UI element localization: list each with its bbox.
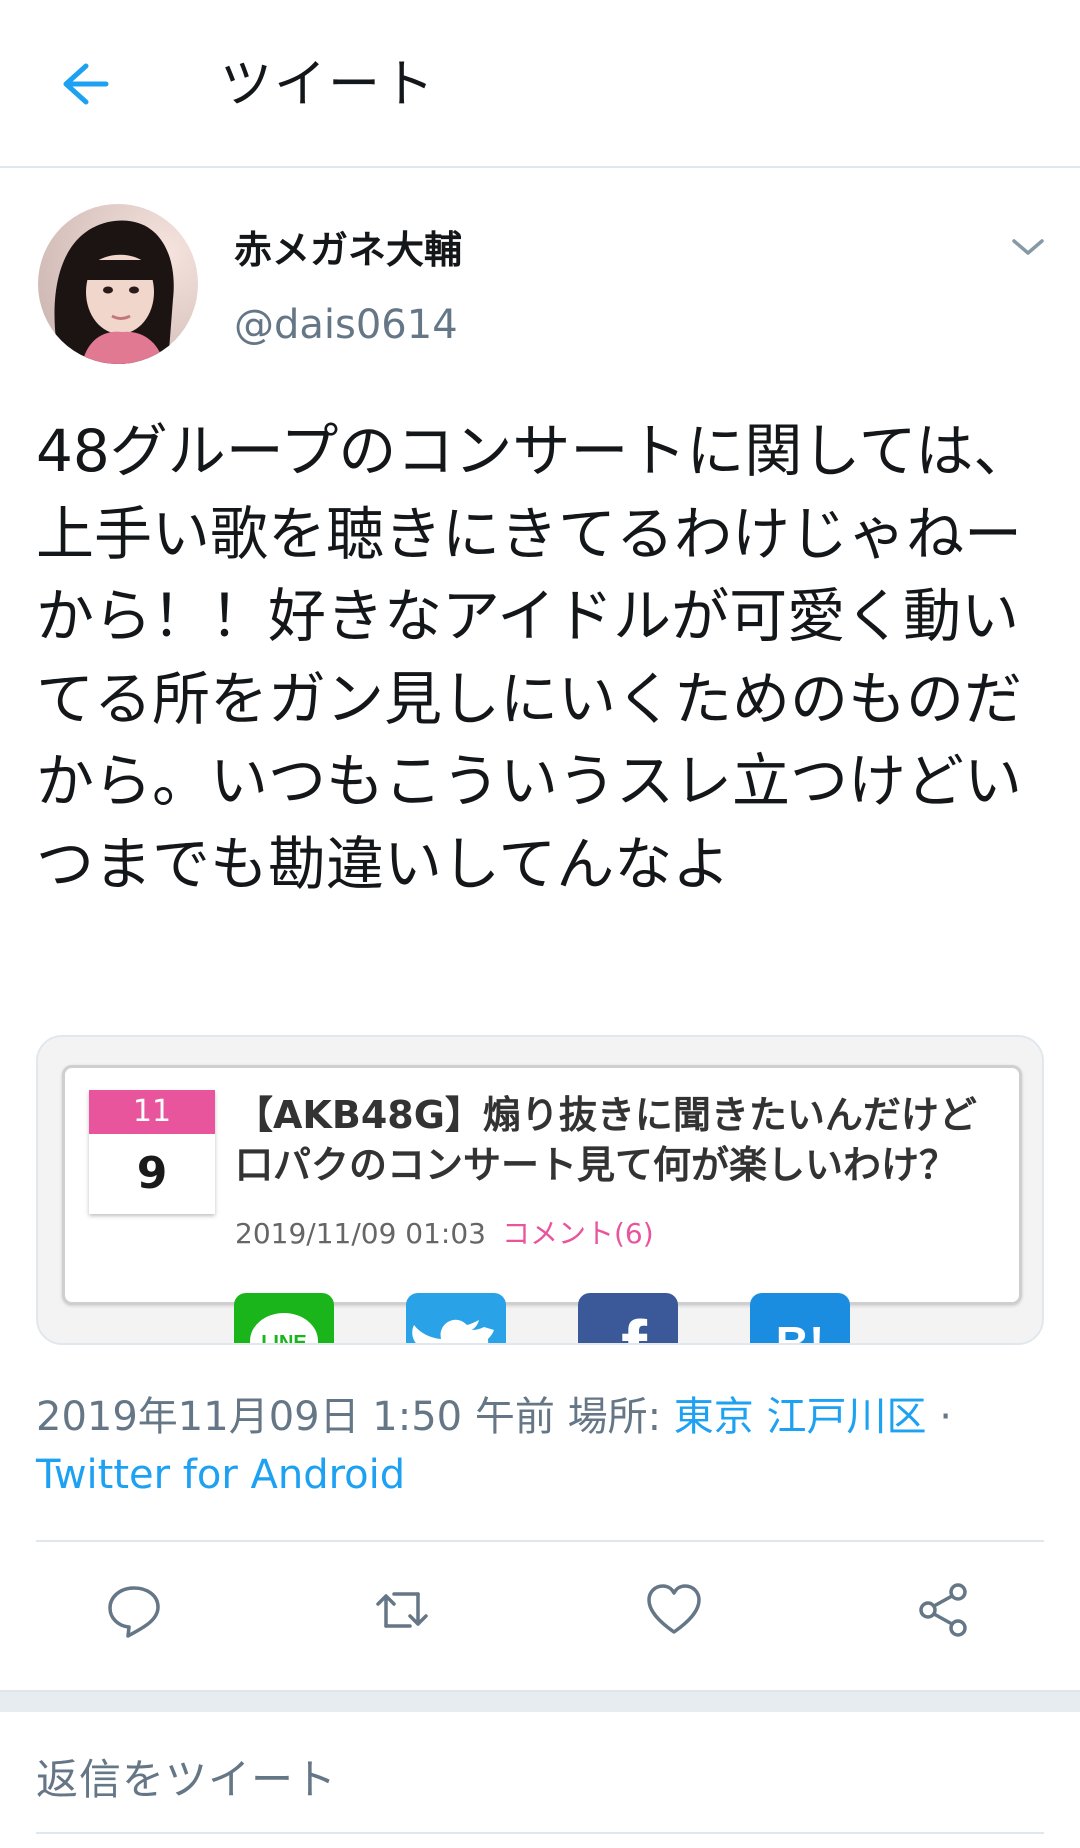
divider	[36, 1540, 1044, 1542]
arrow-left-icon	[63, 63, 109, 105]
article-date: 2019/11/09 01:03	[235, 1217, 486, 1250]
user-handle[interactable]: @dais0614	[234, 300, 458, 350]
chevron-down-icon	[1012, 239, 1044, 255]
retweet-icon	[376, 1592, 428, 1628]
twitter-share-button	[406, 1293, 506, 1343]
twitter-bird-icon	[412, 1319, 494, 1343]
svg-text:f: f	[621, 1304, 648, 1345]
tweet-timestamp: 2019年11月09日 1:50 午前	[36, 1394, 555, 1440]
hatena-bookmark-button: B!	[750, 1293, 850, 1345]
tweet-actions	[0, 1580, 1080, 1670]
facebook-share-button: f	[578, 1293, 678, 1345]
reply-underline	[36, 1832, 1044, 1834]
facebook-icon: f	[621, 1304, 648, 1345]
tweet-menu-button[interactable]	[1008, 232, 1048, 262]
top-bar: ツイート	[0, 0, 1080, 168]
calendar-badge: 11 9	[89, 1090, 215, 1214]
retweet-button[interactable]	[372, 1580, 432, 1640]
tweet-metadata: 2019年11月09日 1:50 午前 場所: 東京 江戸川区 · Twitte…	[36, 1388, 1056, 1504]
svg-text:LINE: LINE	[261, 1332, 307, 1345]
share-icon	[919, 1583, 967, 1637]
link-card[interactable]: 11 9 【AKB48G】煽り抜きに聞きたいんだけど口パクのコンサート見て何が楽…	[36, 1035, 1044, 1345]
comment-link: コメント(6)	[501, 1217, 654, 1250]
svg-text:B!: B!	[776, 1317, 825, 1345]
display-name[interactable]: 赤メガネ大輔	[234, 226, 462, 274]
tweet-source-link[interactable]: Twitter for Android	[36, 1452, 405, 1498]
tweet-text: 48グループのコンサートに関しては、上手い歌を聴きにきてるわけじゃねーから！！好…	[36, 417, 1032, 898]
page-title: ツイート	[220, 55, 437, 115]
heart-icon	[647, 1584, 701, 1634]
section-separator	[0, 1690, 1080, 1712]
like-button[interactable]	[644, 1580, 704, 1640]
line-icon: LINE	[250, 1313, 318, 1345]
line-share-button: LINE	[234, 1293, 334, 1345]
location-link[interactable]: 東京 江戸川区	[674, 1394, 927, 1440]
share-button[interactable]	[914, 1580, 974, 1640]
back-button[interactable]	[52, 54, 118, 114]
hatena-bookmark-icon: B!	[776, 1317, 825, 1345]
comment-bubble-icon	[108, 1586, 160, 1638]
article-preview: 11 9 【AKB48G】煽り抜きに聞きたいんだけど口パクのコンサート見て何が楽…	[62, 1065, 1022, 1305]
location-label: 場所:	[567, 1394, 662, 1440]
reply-button[interactable]	[104, 1580, 164, 1640]
avatar-photo	[38, 204, 198, 364]
article-title: 【AKB48G】煽り抜きに聞きたいんだけど口パクのコンサート見て何が楽しいわけ？	[235, 1093, 977, 1187]
reply-input[interactable]: 返信をツイート	[36, 1752, 337, 1808]
meta-separator: ·	[939, 1394, 952, 1440]
calendar-day: 9	[136, 1148, 168, 1199]
calendar-month: 11	[89, 1090, 215, 1134]
article-meta: 2019/11/09 01:03 コメント(6)	[235, 1214, 654, 1254]
avatar[interactable]	[38, 204, 198, 364]
